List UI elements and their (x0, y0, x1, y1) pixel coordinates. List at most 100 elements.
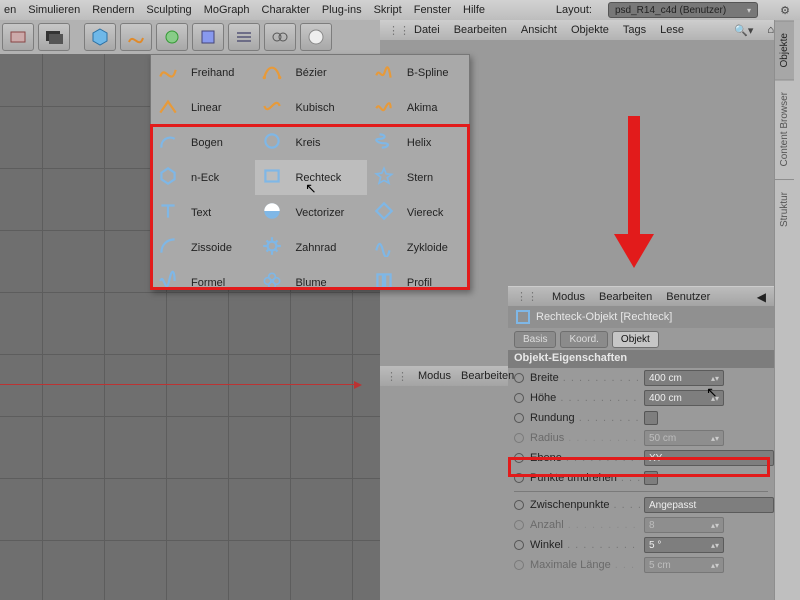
menu-item[interactable]: Charakter (262, 4, 310, 16)
popup-item-label[interactable]: Helix (401, 125, 469, 160)
kubisch-icon[interactable] (255, 90, 289, 125)
bogen-icon[interactable] (151, 125, 185, 160)
panel-menu-item[interactable]: Objekte (571, 24, 609, 36)
tab-koord[interactable]: Koord. (560, 331, 607, 348)
bezier-icon[interactable] (255, 55, 289, 90)
popup-item-label[interactable]: Kreis (289, 125, 366, 160)
radio-icon[interactable] (514, 393, 524, 403)
checkbox[interactable] (644, 471, 658, 485)
popup-item-label[interactable]: Text (185, 195, 255, 230)
menu-item[interactable]: Rendern (92, 4, 134, 16)
popup-item-label[interactable]: Rechteck (289, 160, 366, 195)
panel-menu-item[interactable]: Tags (623, 24, 646, 36)
popup-item-label[interactable]: Freihand (185, 55, 255, 90)
panel-menu-item[interactable]: Bearbeiten (454, 24, 507, 36)
profil-icon[interactable] (367, 265, 401, 300)
spinner-icon[interactable]: ▴▾ (711, 394, 719, 403)
blume-icon[interactable] (255, 265, 289, 300)
popup-item-label[interactable]: Viereck (401, 195, 469, 230)
tab-basis[interactable]: Basis (514, 331, 556, 348)
prop-value-select[interactable]: Angepasst (644, 497, 774, 513)
stern-icon[interactable] (367, 160, 401, 195)
zykloide-icon[interactable] (367, 230, 401, 265)
akima-icon[interactable] (367, 90, 401, 125)
search-icon[interactable]: 🔍▾ (734, 24, 753, 37)
vectorizer-icon[interactable] (255, 195, 289, 230)
panel-menu-item[interactable]: Ansicht (521, 24, 557, 36)
toolbar-button[interactable] (192, 23, 224, 51)
grip-icon[interactable]: ⋮⋮ (386, 370, 408, 383)
radio-icon[interactable] (514, 413, 524, 423)
sidetab-content-browser[interactable]: Content Browser (775, 79, 794, 178)
text-icon[interactable] (151, 195, 185, 230)
popup-item-label[interactable]: Stern (401, 160, 469, 195)
radio-icon[interactable] (514, 453, 524, 463)
popup-item-label[interactable]: Bézier (289, 55, 366, 90)
rechteck-icon[interactable] (255, 160, 289, 195)
menu-item[interactable]: MoGraph (204, 4, 250, 16)
zissoid-icon[interactable] (151, 230, 185, 265)
attr-menu-item[interactable]: Bearbeiten (599, 291, 652, 303)
toolbar-spline-button[interactable] (120, 23, 152, 51)
grip-icon[interactable]: ⋮⋮ (516, 290, 538, 303)
mid-menu-item[interactable]: Bearbeiten (461, 370, 514, 382)
popup-item-label[interactable]: Kubisch (289, 90, 366, 125)
mid-menu-item[interactable]: Modus (418, 370, 451, 382)
prop-value-input[interactable]: 5 °▴▾ (644, 537, 724, 553)
menu-item[interactable]: Simulieren (28, 4, 80, 16)
prop-value-input[interactable]: 400 cm▴▾ (644, 370, 724, 386)
home-icon[interactable]: ⌂ (767, 24, 774, 36)
menu-item[interactable]: Fenster (414, 4, 451, 16)
bspline-icon[interactable] (367, 55, 401, 90)
popup-item-label[interactable]: Akima (401, 90, 469, 125)
attr-menu-item[interactable]: Benutzer (666, 291, 710, 303)
grip-icon[interactable]: ⋮⋮ (388, 24, 400, 37)
radio-icon[interactable] (514, 500, 524, 510)
sidetab-struktur[interactable]: Struktur (775, 179, 794, 239)
menu-item[interactable]: en (4, 4, 16, 16)
attr-menu-item[interactable]: Modus (552, 291, 585, 303)
popup-item-label[interactable]: Formel (185, 265, 255, 300)
radio-icon[interactable] (514, 373, 524, 383)
popup-item-label[interactable]: n-Eck (185, 160, 255, 195)
popup-item-label[interactable]: Zahnrad (289, 230, 366, 265)
sidetab-objekte[interactable]: Objekte (775, 20, 794, 79)
neck-icon[interactable] (151, 160, 185, 195)
freihand-icon[interactable] (151, 55, 185, 90)
kreis-icon[interactable] (255, 125, 289, 160)
popup-item-label[interactable]: Bogen (185, 125, 255, 160)
popup-item-label[interactable]: Zykloide (401, 230, 469, 265)
popup-item-label[interactable]: Vectorizer (289, 195, 366, 230)
toolbar-button[interactable] (264, 23, 296, 51)
menu-item[interactable]: Hilfe (463, 4, 485, 16)
prop-value-input[interactable]: 400 cm▴▾ (644, 390, 724, 406)
tab-objekt[interactable]: Objekt (612, 331, 659, 348)
gear-icon[interactable]: ⚙ (776, 2, 794, 18)
popup-item-label[interactable]: B-Spline (401, 55, 469, 90)
popup-item-label[interactable]: Profil (401, 265, 469, 300)
toolbar-button[interactable] (38, 23, 70, 51)
zahnrad-icon[interactable] (255, 230, 289, 265)
toolbar-button[interactable] (156, 23, 188, 51)
toolbar-button[interactable] (300, 23, 332, 51)
viereck-icon[interactable] (367, 195, 401, 230)
toolbar-button[interactable] (2, 23, 34, 51)
spinner-icon[interactable]: ▴▾ (711, 541, 719, 550)
menu-item[interactable]: Plug-ins (322, 4, 362, 16)
linear-icon[interactable] (151, 90, 185, 125)
helix-icon[interactable] (367, 125, 401, 160)
panel-menu-item[interactable]: Lese (660, 24, 684, 36)
menu-item[interactable]: Skript (374, 4, 402, 16)
popup-item-label[interactable]: Zissoide (185, 230, 255, 265)
menu-item[interactable]: Sculpting (146, 4, 191, 16)
spinner-icon[interactable]: ▴▾ (711, 374, 719, 383)
radio-icon[interactable] (514, 540, 524, 550)
panel-menu-item[interactable]: Datei (414, 24, 440, 36)
toolbar-cube-button[interactable] (84, 23, 116, 51)
checkbox[interactable] (644, 411, 658, 425)
popup-item-label[interactable]: Linear (185, 90, 255, 125)
prop-value-select[interactable]: XY (644, 450, 774, 466)
popup-item-label[interactable]: Blume (289, 265, 366, 300)
radio-icon[interactable] (514, 473, 524, 483)
layout-selector[interactable]: psd_R14_c4d (Benutzer)▾ (608, 2, 758, 18)
